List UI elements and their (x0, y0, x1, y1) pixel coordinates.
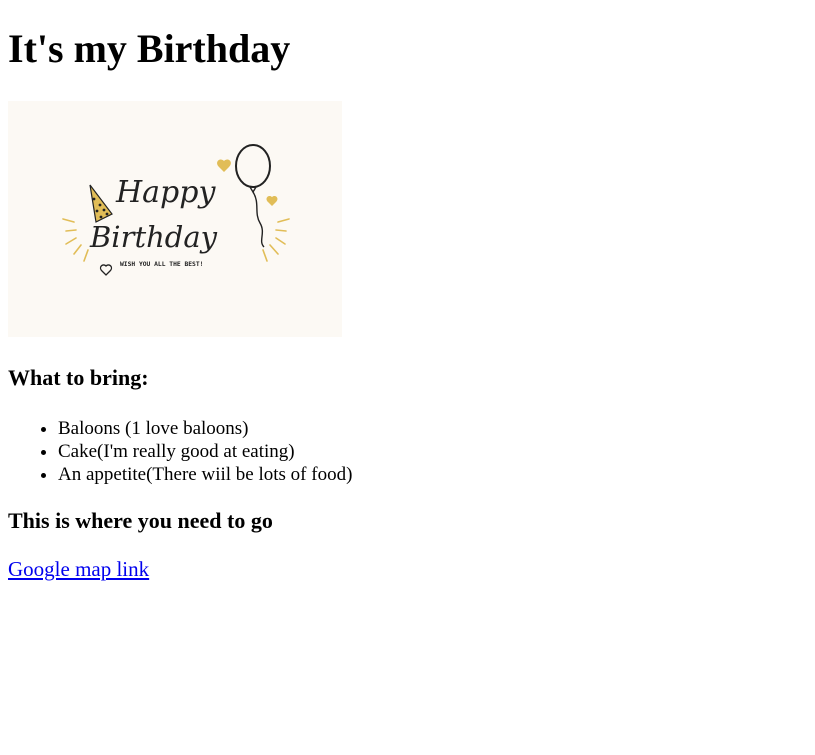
page-title: It's my Birthday (8, 26, 291, 71)
list-item: Cake(I'm really good at eating) (58, 440, 807, 463)
card-tagline: WISH YOU ALL THE BEST! (120, 261, 203, 268)
card-script-birthday: Birthday (89, 220, 218, 254)
list-item: Baloons (1 love baloons) (58, 417, 807, 440)
where-to-go-heading: This is where you need to go (8, 508, 273, 533)
card-script-happy: Happy (115, 175, 216, 210)
list-item: An appetite(There wiil be lots of food) (58, 463, 807, 486)
bring-list: Baloons (1 love baloons) Cake(I'm really… (8, 417, 807, 486)
page: It's my Birthday Happy Birthday WISH YOU… (0, 0, 815, 582)
google-map-link[interactable]: Google map link (8, 556, 149, 582)
birthday-card-image: Happy Birthday WISH YOU ALL THE BEST! (8, 101, 342, 337)
what-to-bring-heading: What to bring: (8, 365, 149, 390)
